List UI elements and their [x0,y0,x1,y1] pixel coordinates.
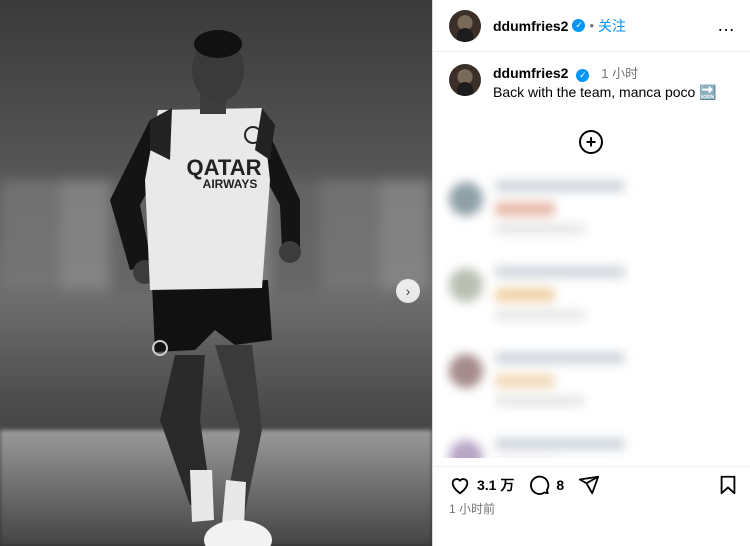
add-comment-icon[interactable]: + [579,130,603,154]
share-icon[interactable] [578,474,600,496]
verified-icon: ✓ [572,19,586,32]
posted-time: 1 小时前 [449,502,496,516]
avatar[interactable] [449,9,481,42]
follow-button[interactable]: 关注 [598,16,626,36]
jersey-sponsor-subtext: AIRWAYS [203,177,258,191]
caption: ddumfries2 ✓ 1 小时 Back with the team, ma… [433,52,750,101]
like-count: 3.1 万 [477,476,515,493]
separator-dot: • [589,18,595,33]
post-side-panel: ddumfries2 ✓ • 关注 … ddumfries2 ✓ 1 小时 Ba… [432,0,750,546]
bookmark-button[interactable] [717,474,739,496]
list-item[interactable] [441,416,747,458]
comment-button[interactable]: 8 [528,474,564,496]
action-bar: 3.1 万 8 [433,466,750,496]
list-item[interactable] [441,244,747,330]
caption-text: Back with the team, manca poco 🔜 [493,84,717,100]
list-item[interactable] [441,158,747,244]
post-photo[interactable]: QATAR AIRWAYS › [0,0,432,546]
share-button[interactable] [578,474,600,496]
list-item[interactable] [441,330,747,416]
caption-time: 1 小时 [601,66,639,81]
next-arrow-icon[interactable]: › [396,279,420,303]
comment-count: 8 [556,476,565,493]
post-header: ddumfries2 ✓ • 关注 … [433,0,750,52]
heart-icon[interactable] [449,474,471,496]
caption-username[interactable]: ddumfries2 [493,65,568,81]
like-button[interactable]: 3.1 万 [449,474,514,496]
comment-list [441,158,747,458]
bookmark-icon[interactable] [717,474,739,496]
player-figure: QATAR AIRWAYS [110,30,301,546]
comment-icon[interactable] [528,474,550,496]
more-icon[interactable]: … [717,15,736,36]
username[interactable]: ddumfries2 [493,18,568,34]
verified-icon: ✓ [576,68,590,82]
caption-avatar[interactable] [449,64,481,96]
